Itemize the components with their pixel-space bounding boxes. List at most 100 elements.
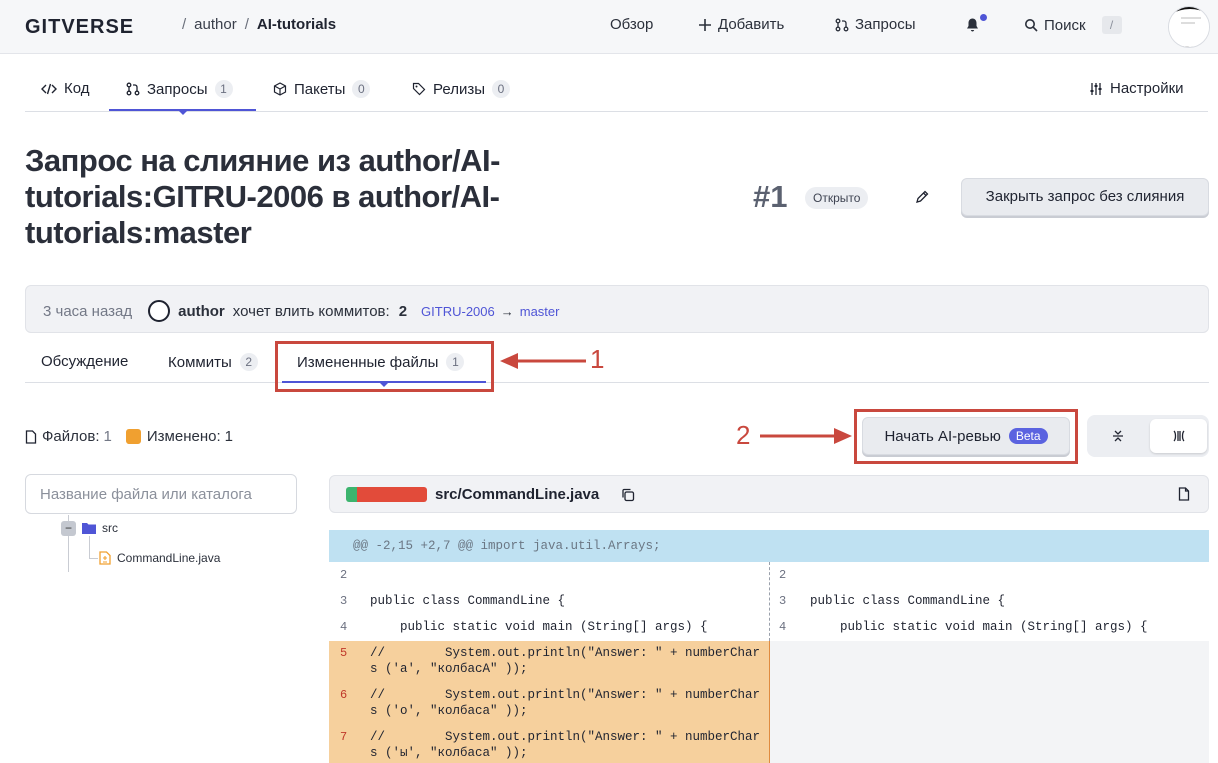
repo-tabs: Код Запросы 1 Пакеты 0 Релизы 0 Настройк…: [25, 68, 1208, 115]
tree-guide-line: [89, 536, 90, 558]
tab-releases-count: 0: [491, 80, 510, 98]
tab-discussion[interactable]: Обсуждение: [41, 353, 128, 370]
deleted-code-line: // System.out.println("Answer: " + numbe…: [370, 646, 761, 660]
tag-icon: [412, 82, 426, 96]
copy-icon[interactable]: [621, 488, 635, 502]
line-number: 4: [779, 620, 787, 634]
plus-icon: [699, 18, 711, 31]
breadcrumb-separator: /: [182, 16, 187, 33]
breadcrumb-owner[interactable]: author: [194, 16, 237, 33]
notifications-button[interactable]: [965, 17, 980, 33]
tab-commits[interactable]: Коммиты 2: [168, 353, 258, 371]
tab-packages[interactable]: Пакеты 0: [273, 80, 371, 98]
breadcrumb-repo[interactable]: AI-tutorials: [257, 16, 336, 33]
source-branch-link[interactable]: GITRU-2006: [421, 304, 495, 319]
notification-dot: [980, 14, 987, 21]
tab-requests[interactable]: Запросы 1: [126, 80, 233, 98]
deleted-code-line-wrap: s ('о', "колбаса" ));: [370, 704, 528, 718]
line-number: 2: [340, 568, 348, 582]
deleted-code-line: // System.out.println("Answer: " + numbe…: [370, 730, 761, 744]
diff-split-divider: [769, 641, 770, 763]
diff-hunk-header: @@ -2,15 +2,7 @@ import java.util.Arrays…: [329, 530, 1209, 562]
diff-view-toggle: [1087, 415, 1209, 457]
nav-overview-label: Обзор: [610, 16, 654, 33]
tab-code[interactable]: Код: [41, 80, 90, 97]
annotation-arrow-2: [760, 428, 852, 444]
top-header: GITVERSE / author / AI-tutorials Обзор Доба…: [0, 0, 1218, 54]
tab-discussion-label: Обсуждение: [41, 353, 129, 370]
deleted-line-number: 6: [340, 688, 348, 702]
files-stats: Файлов: 1 Изменено: 1: [25, 428, 233, 445]
tab-releases[interactable]: Релизы 0: [412, 80, 510, 98]
unified-view-button[interactable]: [1089, 419, 1146, 453]
beta-badge: Beta: [1008, 428, 1048, 444]
deleted-code-line: // System.out.println("Answer: " + numbe…: [370, 688, 761, 702]
code-line: public static void main (String[] args) …: [810, 620, 1148, 634]
deleted-line-number: 5: [340, 646, 348, 660]
search-icon: [1025, 19, 1038, 32]
page-title: Запрос на слияние из author/AI-tutorials…: [25, 143, 500, 250]
gitverse-logo[interactable]: GITVERSE: [25, 14, 173, 43]
folder-icon: [82, 523, 96, 534]
settings-label: Настройки: [1110, 80, 1184, 97]
nav-overview[interactable]: Обзор: [610, 16, 653, 33]
line-number: 3: [340, 594, 348, 608]
changed-indicator-icon: [125, 429, 141, 444]
target-branch-link[interactable]: master: [520, 304, 560, 319]
tab-commits-label: Коммиты: [168, 353, 232, 371]
pr-commit-count: 2: [398, 302, 408, 320]
start-ai-review-button[interactable]: Начать AI-ревью Beta: [862, 417, 1070, 455]
nav-add-button[interactable]: Добавить: [698, 16, 784, 33]
pull-request-icon: [126, 82, 140, 96]
nav-requests[interactable]: Запросы: [835, 16, 916, 33]
search-shortcut-key: /: [1101, 16, 1122, 34]
settings-button[interactable]: Настройки: [1089, 80, 1184, 97]
tab-code-label: Код: [64, 80, 90, 97]
avatar[interactable]: [148, 300, 171, 322]
diff-stat-bar: [346, 487, 427, 502]
bell-icon: [967, 18, 978, 32]
sliders-icon: [1090, 82, 1102, 95]
diff-file-path[interactable]: src/CommandLine.java: [435, 486, 599, 503]
tree-folder-label: src: [102, 521, 118, 535]
files-count: 1: [103, 428, 112, 445]
diff-stat-additions: [346, 487, 357, 502]
breadcrumb-separator: /: [244, 16, 249, 33]
changed-label: Изменено:: [146, 428, 221, 445]
user-avatar[interactable]: [1168, 6, 1210, 48]
deleted-code-line-wrap: s ('а', "колбасА" ));: [370, 662, 528, 676]
close-without-merge-button[interactable]: Закрыть запрос без слияния: [961, 178, 1209, 216]
tree-folder-src[interactable]: src: [82, 521, 118, 535]
active-tab-caret: [179, 111, 187, 115]
modified-file-icon: [99, 551, 111, 565]
split-view-button[interactable]: [1150, 419, 1207, 453]
diff-stat-deletions: [357, 487, 427, 502]
pull-request-icon: [835, 18, 849, 31]
annotation-number-1: 1: [590, 344, 605, 374]
annotation-arrow-1: [500, 353, 586, 369]
changed-count: 1: [224, 428, 233, 445]
pr-info-content: 3 часа назад author хочет влить коммитов…: [43, 300, 559, 322]
tree-collapse-toggle[interactable]: −: [61, 521, 76, 536]
file-search-input[interactable]: [25, 474, 297, 514]
pr-author[interactable]: author: [178, 303, 225, 320]
tree-file-commandline[interactable]: CommandLine.java: [99, 551, 220, 565]
deleted-line-number: 7: [340, 730, 348, 744]
tab-requests-label: Запросы: [147, 80, 208, 98]
tree-file-label: CommandLine.java: [117, 551, 221, 565]
ai-review-label: Начать AI-ревью: [884, 427, 1001, 445]
edit-title-button[interactable]: [915, 190, 929, 209]
pr-info-bar: 3 часа назад author хочет влить коммитов…: [25, 285, 1209, 333]
pr-number: #1: [753, 179, 788, 214]
files-label: Файлов:: [42, 428, 100, 445]
search-label: Поиск: [1044, 16, 1086, 34]
code-line: public class CommandLine {: [810, 594, 1006, 608]
search-button[interactable]: Поиск /: [1024, 16, 1122, 34]
diff-split-divider: [769, 562, 770, 641]
line-number: 3: [779, 594, 787, 608]
breadcrumb: / author / AI-tutorials: [182, 16, 336, 33]
view-file-icon[interactable]: [1178, 487, 1190, 501]
nav-requests-label: Запросы: [855, 16, 916, 33]
tree-guide-line: [89, 558, 98, 559]
annotation-box-1: [275, 341, 494, 392]
